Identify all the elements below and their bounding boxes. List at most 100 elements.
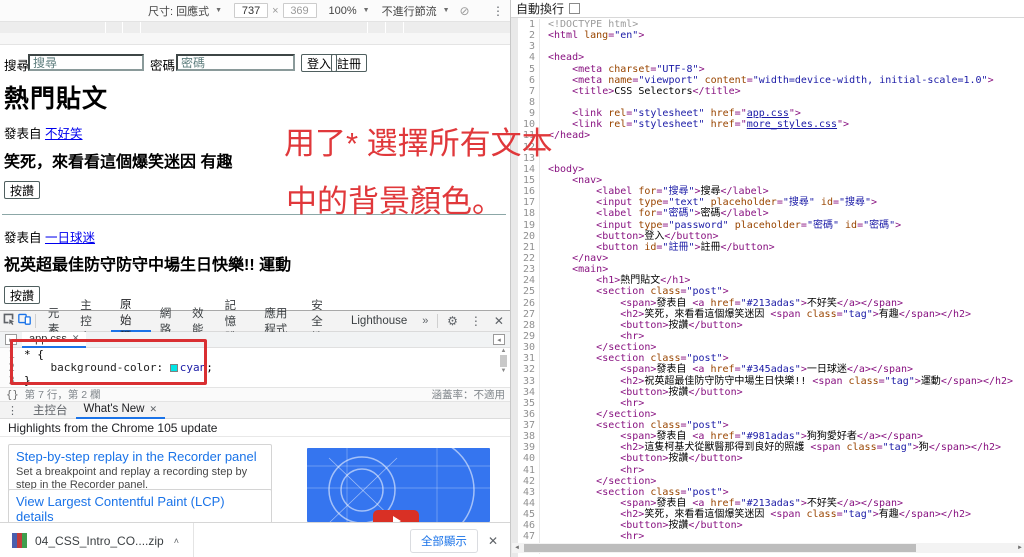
source-line: 45 <h2>笑死，來看看這個爆笑迷因 <span class="tag">有趣… (518, 509, 1024, 521)
show-all-downloads-button[interactable]: 全部顯示 (409, 528, 478, 553)
source-code-text: <hr> (540, 331, 644, 342)
devtools-tab-應用程式[interactable]: 應用程式 (255, 308, 302, 336)
download-bar-close-icon[interactable]: ✕ (478, 534, 510, 548)
source-code-text: <meta charset="UTF-8"> (540, 64, 705, 75)
code-token: <button> (620, 386, 669, 398)
post-author-link[interactable]: 不好笑 (45, 127, 83, 141)
code-token: <hr> (620, 464, 645, 476)
rotate-disabled-icon[interactable]: ⊘ (460, 4, 470, 18)
code-token: ; (206, 361, 213, 374)
scroll-down-icon[interactable]: ▼ (498, 368, 509, 374)
code-token: "#213adas" (740, 498, 801, 510)
editor-pane-toggle-icon[interactable]: ◂ (493, 334, 505, 345)
scrollbar-thumb[interactable] (500, 355, 507, 367)
source-line-number: 28 (518, 319, 540, 331)
source-line-number: 4 (518, 52, 540, 64)
source-code-text (540, 97, 548, 108)
devtools-tab-Lighthouse[interactable]: Lighthouse (342, 311, 416, 332)
devtools-close-icon[interactable]: ✕ (488, 314, 510, 328)
source-line: 30 </section> (518, 342, 1024, 354)
source-line: 22 </nav> (518, 252, 1024, 265)
scroll-left-icon[interactable]: ◄ (514, 543, 520, 553)
source-line-number: 26 (518, 297, 540, 309)
device-type-dropdown[interactable]: 尺寸: 回應式 ▼ (148, 3, 222, 19)
pane-edge-strip (511, 18, 518, 557)
search-input[interactable]: 搜尋 (28, 54, 144, 71)
code-token: 登入 (644, 230, 665, 242)
source-line: 24 <h1>熱門貼文</h1> (518, 275, 1024, 287)
devtools-tab-主控台[interactable]: 主控台 (71, 300, 111, 344)
device-toolbar-icon[interactable] (16, 312, 32, 330)
code-token: "密碼" (863, 219, 896, 231)
devtools-tab-效能[interactable]: 效能 (183, 308, 215, 336)
scroll-right-icon[interactable]: ► (1017, 543, 1023, 553)
video-thumbnail[interactable] (307, 448, 490, 522)
register-button[interactable]: 註冊 (331, 54, 368, 72)
drawer-tab-主控台[interactable]: 主控台 (25, 402, 76, 419)
source-line: 2 <html lang="en"> (518, 30, 1024, 42)
password-input[interactable]: 密碼 (176, 54, 295, 71)
code-token: <h2> (620, 509, 645, 521)
devtools-tab-安全性[interactable]: 安全性 (302, 300, 342, 344)
devtools-tab-原始碼[interactable]: 原始碼 (111, 299, 151, 343)
zoom-dropdown[interactable]: 100% ▼ (329, 5, 370, 17)
source-line-number: 42 (518, 475, 540, 487)
whats-new-card-title[interactable]: View Largest Contentful Paint (LCP) deta… (16, 494, 264, 522)
throttle-dropdown[interactable]: 不進行節流 ▼ (382, 3, 450, 19)
code-token: 發表自 (656, 364, 693, 376)
wrap-checkbox[interactable] (569, 3, 581, 14)
code-token: "tag" (884, 375, 915, 387)
scroll-up-icon[interactable]: ▲ (498, 348, 509, 354)
source-code-text: <input type="text" placeholder="搜尋" id="… (540, 197, 877, 208)
post-byline: 發表自 不好笑 (4, 123, 83, 142)
code-token: type (638, 197, 663, 209)
code-token: href (710, 431, 735, 443)
devtools-tab-記憶體[interactable]: 記憶體 (216, 300, 256, 344)
like-button[interactable]: 按讚 (4, 286, 41, 304)
code-token: </button> (664, 230, 719, 242)
drawer-tab-close-icon[interactable]: ✕ (150, 404, 158, 415)
source-line-number: 30 (518, 342, 540, 354)
scrollbar-thumb[interactable] (524, 544, 916, 552)
code-token: <section (596, 486, 651, 498)
code-token: "UTF-8" (656, 63, 699, 75)
pretty-print-icon[interactable]: {} (6, 389, 19, 401)
source-line: 38 <span>發表自 <a href="#981adas">狗狗愛好者</a… (518, 431, 1024, 443)
stylesheet-link[interactable]: more_styles.css (747, 119, 837, 130)
code-token: <span (770, 308, 807, 320)
devtools-kebab-icon[interactable]: ⋮ (464, 314, 488, 328)
source-line: 29 <hr> (518, 330, 1024, 343)
viewport-height-input[interactable] (282, 3, 317, 18)
code-token: "stylesheet" (632, 108, 705, 120)
like-button[interactable]: 按讚 (4, 181, 41, 199)
inspect-icon[interactable] (0, 312, 16, 330)
source-line-number: 14 (518, 163, 540, 175)
source-line-number: 6 (518, 74, 540, 86)
editor-scrollbar[interactable]: ▲ ▼ (498, 348, 509, 387)
drawer-kebab-icon[interactable]: ⋮ (0, 404, 25, 417)
source-line-number: 32 (518, 364, 540, 376)
stylesheet-link[interactable]: app.css (747, 108, 789, 119)
viewport-width-input[interactable] (234, 3, 269, 18)
download-filename[interactable]: 04_CSS_Intro_CO....zip (35, 534, 164, 548)
horizontal-scrollbar[interactable]: ◄ ► (512, 543, 1024, 553)
whats-new-card-title[interactable]: Step-by-step replay in the Recorder pane… (16, 449, 264, 464)
code-token: 按讚 (668, 453, 689, 465)
gear-icon[interactable]: ⚙ (441, 314, 464, 328)
code-token: </button> (688, 319, 743, 331)
source-code-text: <h2>這隻柯基犬從獸醫那得到良好的照護 <span class="tag">狗… (540, 442, 1001, 453)
source-line-number: 38 (518, 431, 540, 443)
toolbar-kebab-icon[interactable]: ⋮ (492, 4, 504, 18)
devtools-tab-網路[interactable]: 網路 (151, 308, 183, 336)
download-caret-icon[interactable]: ˄ (174, 536, 179, 546)
drawer-tab-What's New[interactable]: What's New ✕ (75, 402, 166, 419)
post-author-link[interactable]: 一日球迷 (45, 231, 95, 245)
code-token: </button> (688, 386, 743, 398)
more-tabs-icon[interactable]: » (416, 315, 434, 327)
devtools-tab-元素[interactable]: 元素 (39, 308, 71, 336)
